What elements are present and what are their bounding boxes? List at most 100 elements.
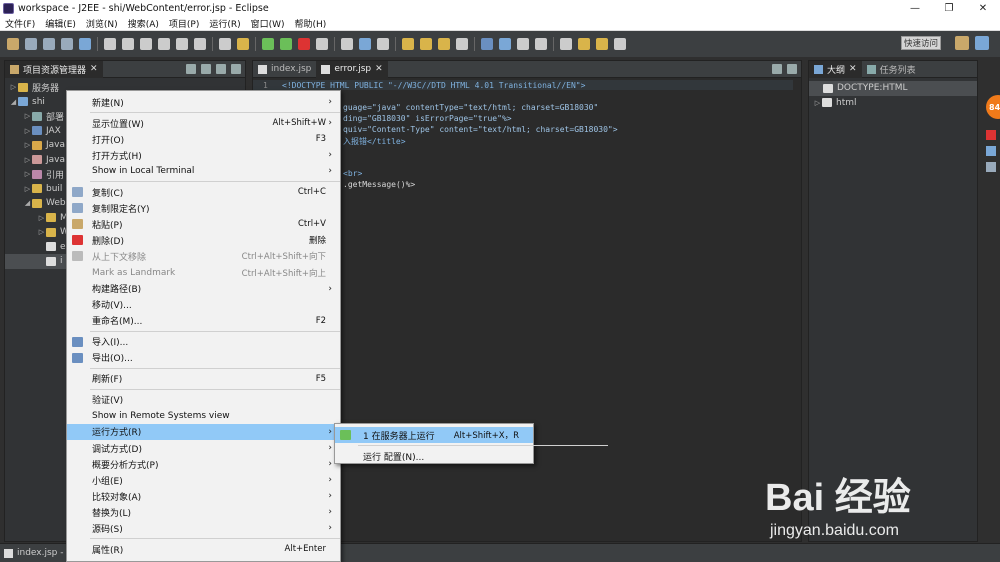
- tab-outline[interactable]: 大纲 ✕: [809, 60, 862, 78]
- toolbar-tool-icon[interactable]: [104, 38, 116, 50]
- menu-item[interactable]: 运行方式(R) ›: [67, 423, 340, 440]
- menu-item[interactable]: 构建路径(B) ›: [67, 281, 340, 297]
- menu-item[interactable]: 复制(C) Ctrl+C: [67, 184, 340, 200]
- menu-7[interactable]: 帮助(H): [290, 17, 332, 30]
- toolbar-tool-icon[interactable]: [194, 38, 206, 50]
- expand-toggle-icon[interactable]: ▷: [23, 127, 32, 135]
- menu-6[interactable]: 窗口(W): [246, 17, 290, 30]
- toolbar-tool-icon[interactable]: [237, 38, 249, 50]
- toolbar-tool-icon[interactable]: [7, 38, 19, 50]
- close-icon[interactable]: ✕: [90, 64, 98, 74]
- toolbar-tool-icon[interactable]: [158, 38, 170, 50]
- toolbar-tool-icon[interactable]: [176, 38, 188, 50]
- menu-item[interactable]: 导出(O)...: [67, 350, 340, 366]
- toolbar-tool-icon[interactable]: [122, 38, 134, 50]
- code-line[interactable]: 入报错</title>: [343, 136, 406, 147]
- menu-3[interactable]: 搜索(A): [123, 17, 164, 30]
- tab-project-explorer[interactable]: 项目资源管理器 ✕: [5, 60, 103, 78]
- expand-toggle-icon[interactable]: ▷: [23, 185, 32, 193]
- code-line[interactable]: quiv="Content-Type" content="text/html; …: [343, 125, 618, 136]
- close-icon[interactable]: ✕: [966, 0, 1000, 16]
- editor-tab-index-jsp[interactable]: index.jsp: [253, 61, 316, 78]
- maximize-view-icon[interactable]: [787, 64, 797, 74]
- code-line[interactable]: guage="java" contentType="text/html; cha…: [343, 103, 598, 114]
- error-log-icon[interactable]: [986, 130, 996, 140]
- toolbar-tool-icon[interactable]: [316, 38, 328, 50]
- menu-item[interactable]: 小组(E) ›: [67, 472, 340, 488]
- expand-toggle-icon[interactable]: ▷: [37, 214, 46, 222]
- toolbar-tool-icon[interactable]: [560, 38, 572, 50]
- toolbar-tool-icon[interactable]: [377, 38, 389, 50]
- toolbar-tool-icon[interactable]: [280, 38, 292, 50]
- minimize-view-icon[interactable]: [772, 64, 782, 74]
- code-line[interactable]: <br>: [343, 169, 362, 180]
- toolbar-tool-icon[interactable]: [298, 38, 310, 50]
- toolbar-tool-icon[interactable]: [61, 38, 73, 50]
- toolbar-tool-icon[interactable]: [79, 38, 91, 50]
- menu-item[interactable]: 新建(N) ›: [67, 94, 340, 110]
- toolbar-tool-icon[interactable]: [535, 38, 547, 50]
- code-line[interactable]: ding="GB18030" isErrorPage="true"%>: [343, 114, 512, 125]
- close-icon[interactable]: ✕: [375, 64, 383, 74]
- toolbar-tool-icon[interactable]: [25, 38, 37, 50]
- menu-item[interactable]: 删除(D) 删除: [67, 232, 340, 248]
- expand-toggle-icon[interactable]: ◢: [23, 199, 32, 207]
- expand-toggle-icon[interactable]: ▷: [23, 156, 32, 164]
- outline-item[interactable]: ▷ html: [809, 96, 977, 111]
- menu-item[interactable]: 复制限定名(Y): [67, 200, 340, 216]
- menu-item[interactable]: 打开方式(H) ›: [67, 147, 340, 163]
- servers-icon[interactable]: [986, 146, 996, 156]
- toolbar-tool-icon[interactable]: [359, 38, 371, 50]
- menu-4[interactable]: 项目(P): [164, 17, 204, 30]
- expand-toggle-icon[interactable]: ◢: [9, 98, 18, 106]
- minimize-icon[interactable]: —: [898, 0, 932, 16]
- toolbar-tool-icon[interactable]: [219, 38, 231, 50]
- menu-item[interactable]: 导入(I)...: [67, 334, 340, 350]
- toolbar-tool-icon[interactable]: [517, 38, 529, 50]
- menu-item[interactable]: 刷新(F) F5: [67, 371, 340, 387]
- toolbar-tool-icon[interactable]: [578, 38, 590, 50]
- toolbar-tool-icon[interactable]: [262, 38, 274, 50]
- menu-item[interactable]: 重命名(M)... F2: [67, 313, 340, 329]
- menu-item[interactable]: 源码(S) ›: [67, 520, 340, 536]
- collapse-all-icon[interactable]: [186, 64, 196, 74]
- editor-tab-error-jsp[interactable]: error.jsp ✕: [316, 60, 388, 78]
- menu-2[interactable]: 浏览(N): [81, 17, 123, 30]
- menu-item[interactable]: 1 在服务器上运行 Alt+Shift+X，R: [335, 427, 533, 443]
- minimize-view-icon[interactable]: [231, 64, 241, 74]
- toolbar-tool-icon[interactable]: [341, 38, 353, 50]
- toolbar-tool-icon[interactable]: [456, 38, 468, 50]
- tab-task-list[interactable]: 任务列表: [862, 61, 921, 78]
- expand-toggle-icon[interactable]: ▷: [813, 99, 822, 107]
- maximize-icon[interactable]: ❐: [932, 0, 966, 16]
- toolbar-tool-icon[interactable]: [438, 38, 450, 50]
- expand-toggle-icon[interactable]: ▷: [23, 112, 32, 120]
- expand-toggle-icon[interactable]: ▷: [9, 83, 18, 91]
- toolbar-tool-icon[interactable]: [402, 38, 414, 50]
- toolbar-tool-icon[interactable]: [481, 38, 493, 50]
- menu-item[interactable]: 调试方式(D) ›: [67, 440, 340, 456]
- menu-5[interactable]: 运行(R): [204, 17, 245, 30]
- open-perspective-icon[interactable]: [955, 36, 969, 50]
- toolbar-tool-icon[interactable]: [499, 38, 511, 50]
- menu-item[interactable]: 打开(O) F3: [67, 131, 340, 147]
- menu-item[interactable]: 粘贴(P) Ctrl+V: [67, 216, 340, 232]
- java-ee-perspective-icon[interactable]: [975, 36, 989, 50]
- expand-toggle-icon[interactable]: ▷: [23, 170, 32, 178]
- menu-0[interactable]: 文件(F): [0, 17, 40, 30]
- menu-item[interactable]: 运行 配置(N)...: [335, 448, 533, 464]
- toolbar-tool-icon[interactable]: [420, 38, 432, 50]
- outline-item[interactable]: DOCTYPE:HTML: [809, 81, 977, 96]
- toolbar-tool-icon[interactable]: [614, 38, 626, 50]
- menu-item[interactable]: Show in Local Terminal ›: [67, 163, 340, 179]
- toolbar-tool-icon[interactable]: [596, 38, 608, 50]
- view-menu-icon[interactable]: [216, 64, 226, 74]
- link-editor-icon[interactable]: [201, 64, 211, 74]
- expand-toggle-icon[interactable]: ▷: [37, 228, 46, 236]
- menu-item[interactable]: 比较对象(A) ›: [67, 488, 340, 504]
- menu-item[interactable]: 概要分析方式(P) ›: [67, 456, 340, 472]
- quick-access-input[interactable]: 快速访问: [901, 36, 941, 50]
- console-icon[interactable]: [986, 162, 996, 172]
- expand-toggle-icon[interactable]: ▷: [23, 141, 32, 149]
- menu-1[interactable]: 编辑(E): [40, 17, 81, 30]
